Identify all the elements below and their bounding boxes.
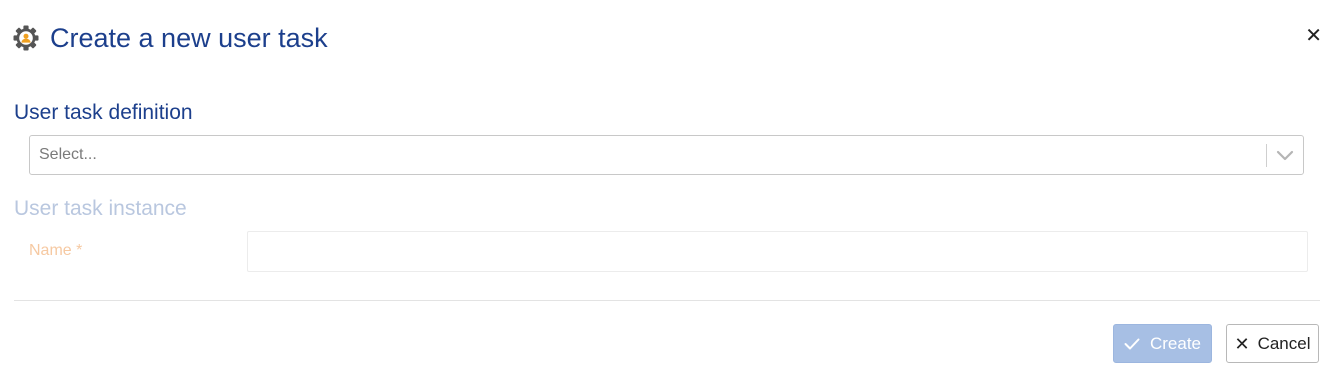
cancel-button[interactable]: ✕ Cancel xyxy=(1226,324,1319,363)
select-placeholder: Select... xyxy=(39,146,97,163)
gear-user-icon xyxy=(13,25,39,51)
dialog-title: Create a new user task xyxy=(50,23,328,53)
footer-divider xyxy=(14,300,1320,301)
create-button[interactable]: Create xyxy=(1113,324,1212,363)
user-task-definition-select[interactable]: Select... xyxy=(29,135,1304,175)
user-task-definition-heading: User task definition xyxy=(14,101,193,124)
create-button-label: Create xyxy=(1149,333,1202,353)
chevron-down-icon[interactable] xyxy=(1276,147,1294,163)
user-task-instance-heading: User task instance xyxy=(14,197,187,220)
select-separator xyxy=(1266,144,1267,167)
check-icon xyxy=(1124,338,1140,349)
close-icon[interactable]: ✕ xyxy=(1305,26,1322,46)
close-icon: ✕ xyxy=(1234,333,1250,354)
name-label: Name * xyxy=(29,242,83,259)
dialog-header: Create a new user task xyxy=(13,18,328,58)
name-input[interactable] xyxy=(247,231,1308,272)
cancel-button-label: Cancel xyxy=(1257,333,1311,353)
